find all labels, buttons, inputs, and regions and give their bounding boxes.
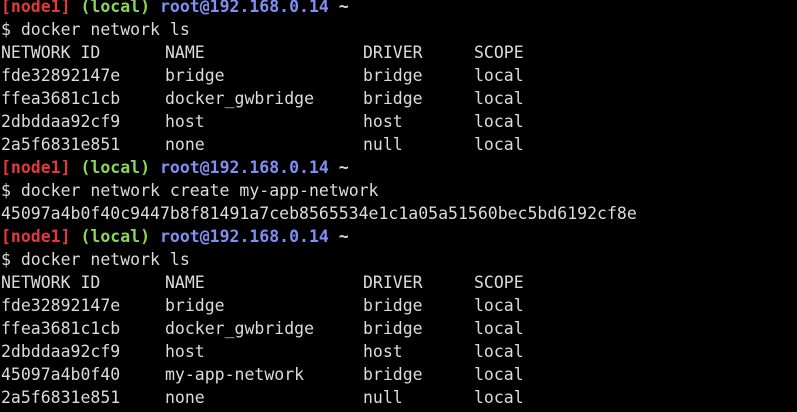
terminal-window[interactable]: [node1] (local) root@192.168.0.14 ~ $ do…	[0, 0, 797, 407]
cell-name: docker_gwbridge	[165, 319, 315, 338]
cell-network-id: 2dbddaa92cf9	[1, 112, 121, 131]
table-row: 2dbddaa92cf9 host host local	[1, 110, 797, 133]
cell-name: none	[165, 135, 205, 154]
prompt-local: (local)	[80, 158, 151, 177]
header-network-id: NETWORK ID	[1, 273, 101, 292]
cell-driver: bridge	[363, 296, 423, 315]
header-scope: SCOPE	[474, 273, 524, 292]
cell-scope: local	[474, 365, 524, 384]
command-output: 45097a4b0f40c9447b8f81491a7ceb8565534e1c…	[1, 202, 797, 225]
cell-name: docker_gwbridge	[165, 89, 315, 108]
prompt-node: [node1]	[1, 0, 71, 16]
cell-driver: bridge	[363, 89, 423, 108]
table-row: 2a5f6831e851 none null local	[1, 386, 797, 409]
cell-network-id: 45097a4b0f40	[1, 365, 121, 384]
command-text: docker network ls	[20, 250, 190, 269]
prompt-local: (local)	[80, 227, 151, 246]
prompt-user-host: root@192.168.0.14	[159, 158, 329, 177]
cell-network-id: ffea3681c1cb	[1, 319, 121, 338]
table-row: 45097a4b0f40 my-app-network bridge local	[1, 363, 797, 386]
prompt-line: [node1] (local) root@192.168.0.14 ~	[1, 225, 797, 248]
cell-driver: null	[363, 135, 403, 154]
prompt-user-host: root@192.168.0.14	[159, 0, 329, 16]
prompt-cwd: ~	[338, 158, 349, 177]
prompt-symbol: $	[1, 20, 11, 39]
header-driver: DRIVER	[363, 273, 423, 292]
command-line: $ docker network create my-app-network	[1, 179, 797, 202]
prompt-local: (local)	[80, 0, 151, 16]
cell-scope: local	[474, 112, 524, 131]
table-row: 2dbddaa92cf9 host host local	[1, 340, 797, 363]
header-scope: SCOPE	[474, 43, 524, 62]
cell-network-id: fde32892147e	[1, 66, 121, 85]
prompt-line: [node1] (local) root@192.168.0.14 ~	[1, 156, 797, 179]
cell-scope: local	[474, 388, 524, 407]
table-row: fde32892147e bridge bridge local	[1, 294, 797, 317]
cell-name: my-app-network	[165, 365, 305, 384]
cell-network-id: 2a5f6831e851	[1, 388, 121, 407]
cell-name: bridge	[165, 296, 225, 315]
cell-name: bridge	[165, 66, 225, 85]
cell-network-id: fde32892147e	[1, 296, 121, 315]
cell-driver: bridge	[363, 66, 423, 85]
cell-driver: bridge	[363, 319, 423, 338]
cell-scope: local	[474, 342, 524, 361]
cell-driver: bridge	[363, 365, 423, 384]
cell-scope: local	[474, 296, 524, 315]
cell-driver: host	[363, 342, 403, 361]
prompt-line: [node1] (local) root@192.168.0.14 ~	[1, 0, 797, 18]
prompt-cwd: ~	[338, 0, 349, 16]
header-name: NAME	[165, 273, 205, 292]
command-line: $ docker network ls	[1, 18, 797, 41]
cell-scope: local	[474, 89, 524, 108]
cell-network-id: ffea3681c1cb	[1, 89, 121, 108]
prompt-symbol: $	[1, 250, 11, 269]
prompt-symbol: $	[1, 181, 11, 200]
cell-driver: host	[363, 112, 403, 131]
prompt-user-host: root@192.168.0.14	[159, 227, 329, 246]
command-text: docker network create my-app-network	[20, 181, 379, 200]
cell-network-id: 2a5f6831e851	[1, 135, 121, 154]
cell-name: host	[165, 112, 205, 131]
prompt-node: [node1]	[1, 227, 71, 246]
table-row: ffea3681c1cb docker_gwbridge bridge local	[1, 87, 797, 110]
header-name: NAME	[165, 43, 205, 62]
cell-network-id: 2dbddaa92cf9	[1, 342, 121, 361]
header-driver: DRIVER	[363, 43, 423, 62]
cell-driver: null	[363, 388, 403, 407]
command-text: docker network ls	[20, 20, 190, 39]
table-header-row: NETWORK ID NAME DRIVER SCOPE	[1, 41, 797, 64]
table-row: fde32892147e bridge bridge local	[1, 64, 797, 87]
network-id-output: 45097a4b0f40c9447b8f81491a7ceb8565534e1c…	[1, 204, 637, 223]
header-network-id: NETWORK ID	[1, 43, 101, 62]
cell-scope: local	[474, 135, 524, 154]
command-line: $ docker network ls	[1, 248, 797, 271]
cell-name: none	[165, 388, 205, 407]
table-header-row: NETWORK ID NAME DRIVER SCOPE	[1, 271, 797, 294]
cell-scope: local	[474, 319, 524, 338]
cell-name: host	[165, 342, 205, 361]
cell-scope: local	[474, 66, 524, 85]
table-row: ffea3681c1cb docker_gwbridge bridge local	[1, 317, 797, 340]
prompt-cwd: ~	[338, 227, 349, 246]
table-row: 2a5f6831e851 none null local	[1, 133, 797, 156]
prompt-node: [node1]	[1, 158, 71, 177]
